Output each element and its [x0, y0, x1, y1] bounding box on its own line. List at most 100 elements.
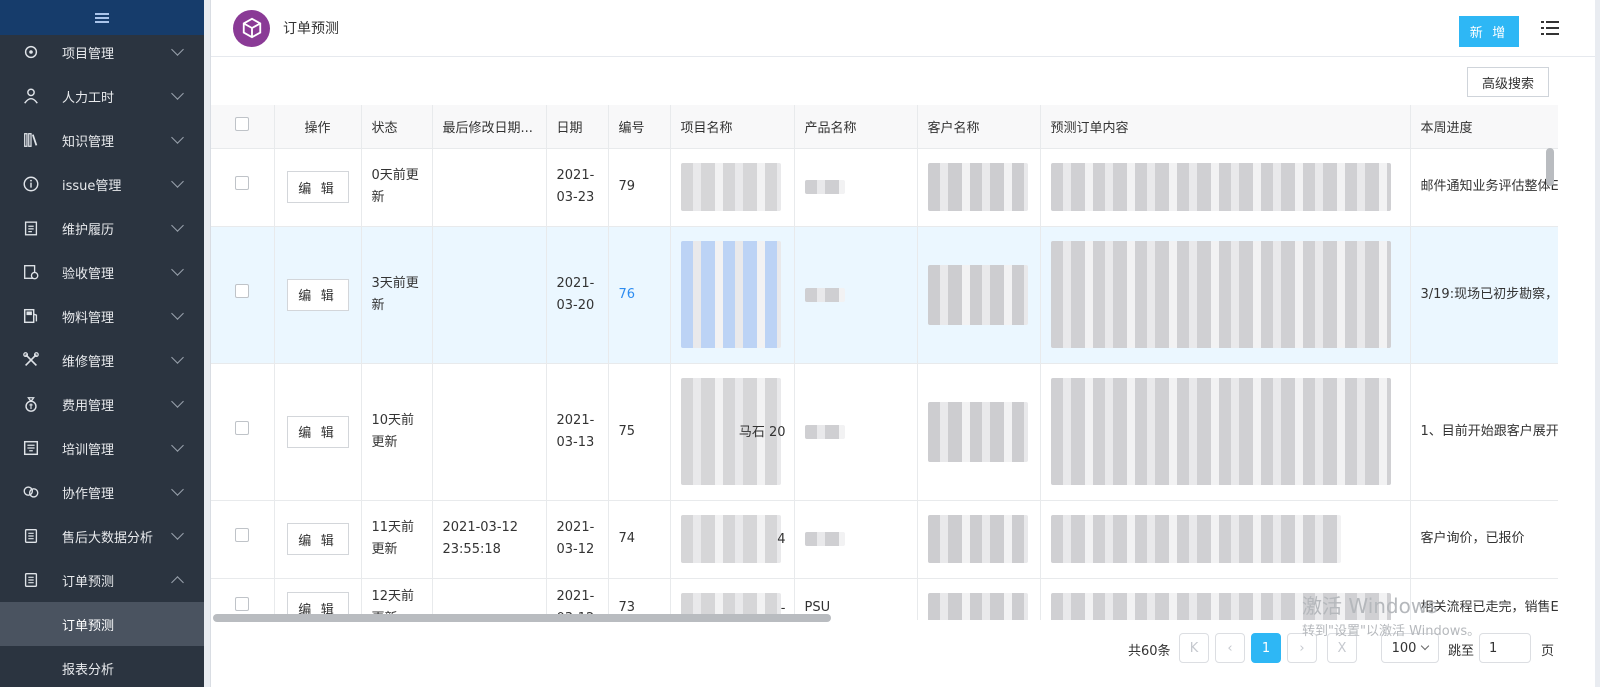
- table-row[interactable]: 编 辑 0天前更新 2021-03-23 79 邮件通知业务评估整体E: [211, 148, 1558, 227]
- list-menu-icon[interactable]: [1541, 20, 1559, 36]
- edit-button[interactable]: 编 辑: [286, 278, 349, 311]
- modified-date-cell: [432, 148, 547, 227]
- status-cell: 11天前更新: [361, 500, 433, 579]
- number-cell: 74: [608, 500, 671, 579]
- sidebar-item-label: 验收管理: [62, 266, 115, 282]
- row-checkbox[interactable]: [235, 597, 250, 611]
- sidebar-item[interactable]: 售后大数据分析: [0, 514, 204, 558]
- sidebar-item-label: 订单预测: [62, 574, 115, 590]
- date-cell: 2021-03-12: [546, 500, 609, 579]
- books-icon: [22, 131, 40, 149]
- chevron-down-icon: [171, 219, 184, 232]
- first-page-button[interactable]: K: [1179, 633, 1209, 663]
- prev-page-button[interactable]: ‹: [1215, 633, 1245, 663]
- select-all-checkbox[interactable]: [235, 117, 250, 132]
- chevron-down-icon: [1421, 641, 1430, 651]
- main-panel: 订单预测 新 增 高级搜索 操作 状态 最后修改日期... 日期 编号 项目名称…: [210, 0, 1595, 687]
- column-header[interactable]: 最后修改日期...: [432, 105, 547, 149]
- edit-button[interactable]: 编 辑: [286, 523, 349, 555]
- date-cell: 2021-03-20: [546, 226, 609, 364]
- advanced-search-button[interactable]: 高级搜索: [1467, 67, 1549, 97]
- chevron-down-icon: [171, 87, 184, 100]
- sidebar-item[interactable]: 人力工时: [0, 74, 204, 118]
- horizontal-scrollbar[interactable]: [213, 614, 831, 622]
- row-checkbox[interactable]: [235, 176, 250, 190]
- row-checkbox[interactable]: [235, 528, 250, 542]
- money-bag-icon: [22, 395, 40, 413]
- table-header-row: 操作 状态 最后修改日期... 日期 编号 项目名称 产品名称 客户名称 预测订…: [211, 105, 1558, 149]
- sidebar-item[interactable]: issue管理: [0, 162, 204, 206]
- weekly-progress-cell: 3/19:现场已初步勘察，: [1410, 226, 1558, 364]
- forecast-content-cell: [1040, 363, 1411, 501]
- chevron-left-icon: ‹: [1227, 640, 1233, 656]
- weekly-progress-cell: 1、目前开始跟客户展开: [1410, 363, 1558, 501]
- column-header: 预测订单内容: [1040, 105, 1411, 149]
- page-unit-label: 页: [1541, 644, 1555, 659]
- chevron-down-icon: [171, 43, 184, 56]
- vertical-scrollbar[interactable]: [1546, 148, 1554, 186]
- sidebar-item-label: 维护履历: [62, 222, 115, 238]
- sidebar-item[interactable]: 项目管理: [0, 30, 204, 74]
- sidebar-item[interactable]: 维护履历: [0, 206, 204, 250]
- sidebar-item[interactable]: 知识管理: [0, 118, 204, 162]
- number-cell[interactable]: 76: [608, 226, 671, 364]
- chevron-down-icon: [171, 131, 184, 144]
- sidebar-item[interactable]: 验收管理: [0, 250, 204, 294]
- edit-button[interactable]: 编 辑: [286, 171, 349, 203]
- watermark-line-2: 转到"设置"以激活 Windows。: [1302, 624, 1481, 639]
- chevron-down-icon: [171, 307, 184, 320]
- chevron-down-icon: [171, 483, 184, 496]
- sidebar-item-label: issue管理: [62, 178, 122, 194]
- customer-name-cell: [917, 500, 1041, 579]
- column-header: 客户名称: [917, 105, 1041, 149]
- forecast-content-cell: [1040, 148, 1411, 227]
- number-value: 75: [618, 423, 636, 439]
- sidebar-subitem[interactable]: 报表分析: [0, 646, 204, 687]
- table-row[interactable]: 编 辑 10天前更新 2021-03-13 75 马石 20 1、目前开始跟客户展开: [211, 363, 1558, 501]
- sidebar-item-label: 售后大数据分析: [62, 530, 154, 546]
- date-cell: 2021-03-13: [546, 363, 609, 501]
- number-value: 74: [618, 531, 636, 546]
- project-name-cell: [670, 148, 795, 227]
- sidebar: 项目管理 人力工时知识管理 issue管理 维护履历验收管理物料管理 维修管理 费用管理培…: [0, 0, 204, 687]
- sidebar-item[interactable]: 订单预测: [0, 558, 204, 602]
- sidebar-item[interactable]: 培训管理: [0, 426, 204, 470]
- clipboard-icon: [22, 219, 40, 237]
- table-row[interactable]: 编 辑 3天前更新 2021-03-20 76 3/19:现场已初步勘察，: [211, 226, 1558, 364]
- forecast-content-cell: [1040, 500, 1411, 579]
- project-name-cell: 马石 20: [670, 363, 795, 501]
- row-checkbox[interactable]: [235, 283, 250, 298]
- first-page-icon: K: [1189, 640, 1199, 656]
- page-title: 订单预测: [283, 21, 339, 37]
- page-number-button[interactable]: 1: [1251, 633, 1281, 663]
- sidebar-item-label: 知识管理: [62, 134, 115, 150]
- sidebar-subitem[interactable]: 订单预测: [0, 602, 204, 646]
- sidebar-item[interactable]: 维修管理: [0, 338, 204, 382]
- add-button[interactable]: 新 增: [1459, 16, 1519, 47]
- number-cell: 79: [608, 148, 671, 227]
- sidebar-item[interactable]: 协作管理: [0, 470, 204, 514]
- sidebar-item-label: 协作管理: [62, 486, 115, 502]
- status-cell: 10天前更新: [361, 363, 433, 501]
- product-name-cell: [794, 500, 918, 579]
- project-name-cell: 4: [670, 500, 795, 579]
- weekly-progress-cell: 客户询价，已报价: [1410, 500, 1558, 579]
- edit-button[interactable]: 编 辑: [286, 415, 349, 448]
- chevron-down-icon: [171, 395, 184, 408]
- column-header: 操作: [274, 105, 362, 149]
- project-icon: [22, 43, 40, 61]
- cube-logo-icon: [233, 9, 270, 47]
- sidebar-item[interactable]: 物料管理: [0, 294, 204, 338]
- training-icon: [22, 439, 40, 457]
- number-value: 76: [618, 286, 636, 302]
- product-name-cell: [794, 363, 918, 501]
- jump-page-input[interactable]: [1479, 633, 1531, 663]
- sidebar-item[interactable]: 费用管理: [0, 382, 204, 426]
- windows-activation-watermark: 激活 Windows 转到"设置"以激活 Windows。: [1302, 590, 1480, 639]
- data-table-wrapper: 操作 状态 最后修改日期... 日期 编号 项目名称 产品名称 客户名称 预测订…: [211, 105, 1558, 620]
- project-name-fragment: 马石 20: [738, 424, 786, 440]
- modified-date-cell: [432, 363, 547, 501]
- page-size-value: 100: [1391, 640, 1417, 656]
- table-row[interactable]: 编 辑 11天前更新 2021-03-12 23:55:18 2021-03-12 74…: [211, 500, 1558, 579]
- row-checkbox[interactable]: [235, 420, 250, 435]
